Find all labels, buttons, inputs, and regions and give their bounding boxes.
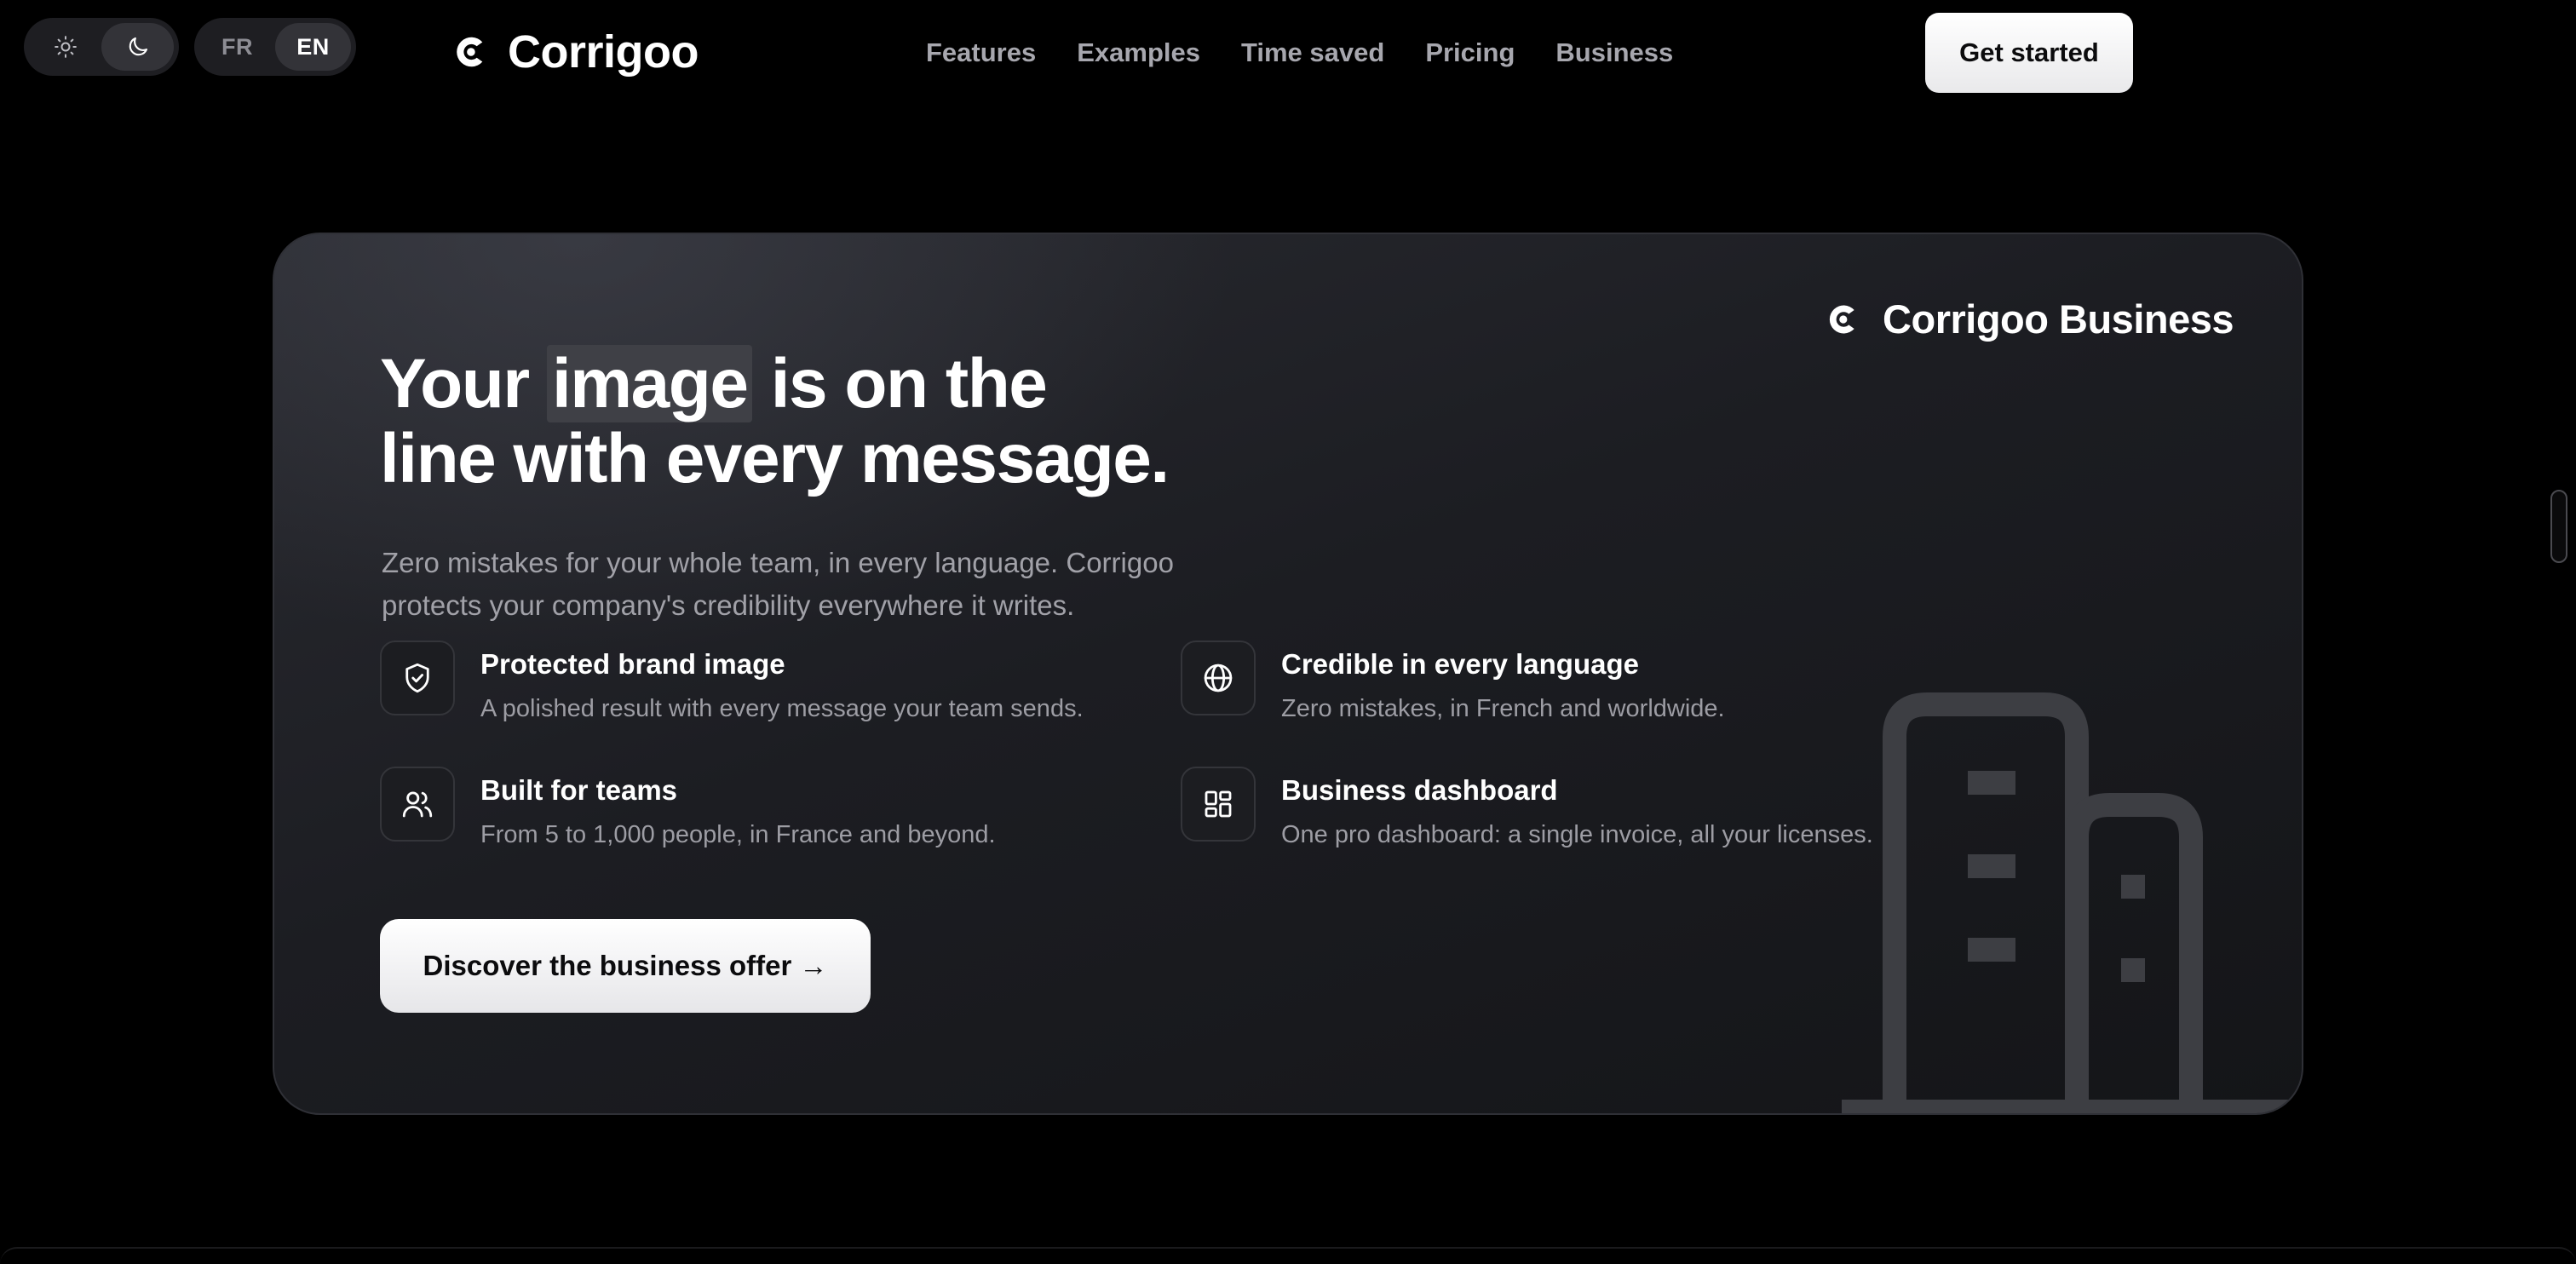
nav-link-features[interactable]: Features [926,31,1036,75]
language-toggle: FR EN [194,18,356,76]
feature-credible-in-every-language: Credible in every language Zero mistakes… [1181,641,1725,724]
language-option-en[interactable]: EN [275,23,351,71]
get-started-button[interactable]: Get started [1925,13,2133,93]
page-scrollbar[interactable] [2550,490,2567,563]
nav-link-pricing[interactable]: Pricing [1425,31,1515,75]
window-bottom-edge [0,1247,2576,1264]
feature-description: From 5 to 1,000 people, in France and be… [480,821,996,848]
nav-link-time-saved[interactable]: Time saved [1241,31,1384,75]
nav-link-examples[interactable]: Examples [1077,31,1200,75]
card-subtitle: Zero mistakes for your whole team, in ev… [382,547,1174,621]
main-nav: Features Examples Time saved Pricing Bus… [926,31,1673,75]
card-headline: Your image is on the line with every mess… [380,345,1487,497]
card-brand-name: Corrigoo Business [1883,296,2234,342]
discover-business-offer-button[interactable]: Discover the business offer → [380,919,871,1013]
card-brand: Corrigoo Business [1823,296,2234,342]
feature-title: Built for teams [480,774,678,806]
feature-protected-brand-image: Protected brand image A polished result … [380,641,1084,724]
feature-title: Protected brand image [480,648,785,680]
brand-name: Corrigoo [508,26,699,78]
feature-title: Business dashboard [1281,774,1558,806]
headline-line-2: line with every message. [380,420,1170,497]
feature-business-dashboard: Business dashboard One pro dashboard: a … [1181,767,1873,850]
dashboard-grid-icon [1205,790,1232,818]
light-theme-button[interactable] [29,23,101,71]
feature-built-for-teams: Built for teams From 5 to 1,000 people, … [380,767,996,850]
language-option-fr[interactable]: FR [199,23,275,71]
dark-theme-button[interactable] [101,23,174,71]
headline-highlight: image [546,345,753,422]
theme-toggle [24,18,179,76]
feature-description: One pro dashboard: a single invoice, all… [1281,821,1873,848]
brand-logo-link[interactable]: Corrigoo [450,24,699,80]
nav-link-business[interactable]: Business [1555,31,1673,75]
shield-check-icon [405,663,429,693]
feature-description: A polished result with every message you… [480,695,1084,722]
buildings-icon [1842,692,2302,1113]
moon-icon [129,37,147,56]
business-offer-card: Corrigoo Business Your image is on the li… [273,233,2303,1115]
headline-text-start: Your [380,345,547,422]
sun-icon [54,36,77,58]
users-icon [402,791,433,818]
feature-description: Zero mistakes, in French and worldwide. [1281,695,1725,722]
corrigoo-logo-icon [457,37,483,67]
headline-text-end: is on the [752,345,1048,422]
globe-icon [1204,664,1233,692]
feature-title: Credible in every language [1281,648,1639,680]
corrigoo-logo-icon [1829,305,1854,333]
